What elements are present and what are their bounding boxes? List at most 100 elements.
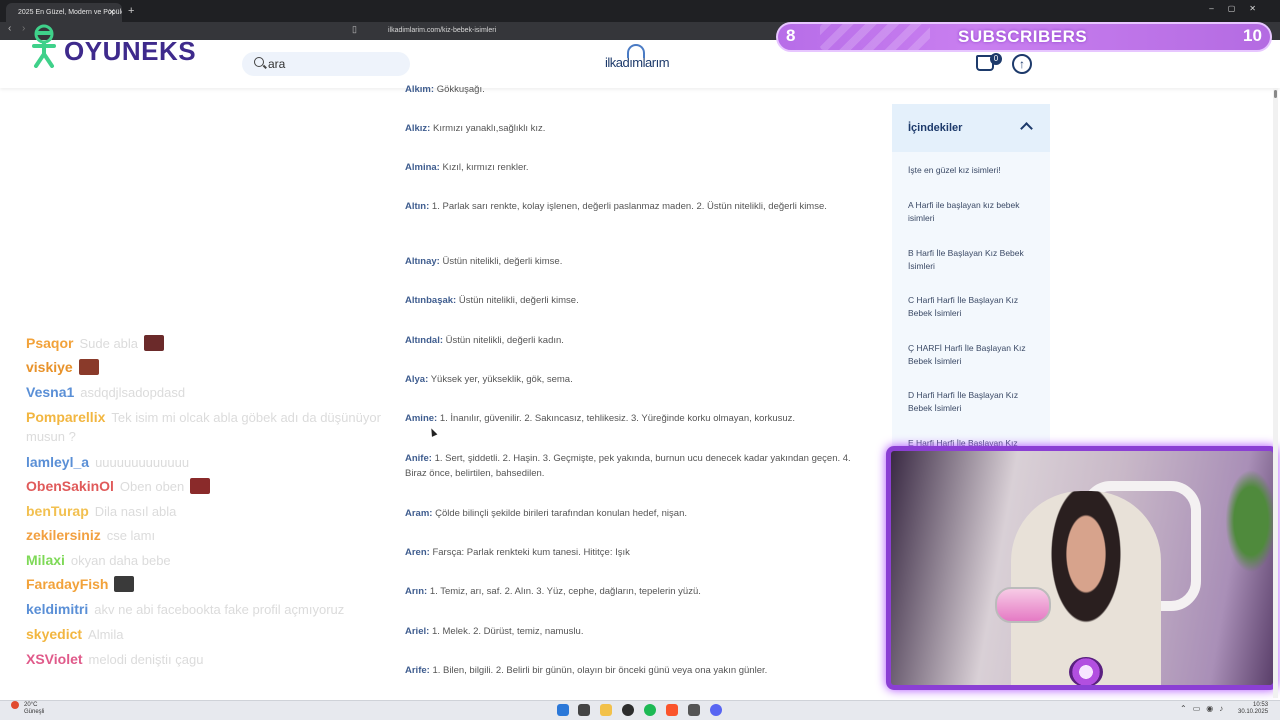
- subscriber-label: SUBSCRIBERS: [958, 27, 1088, 46]
- name-entry: Altın: 1. Parlak sarı renkte, kolay işle…: [405, 199, 863, 214]
- chat-text: akv ne abi facebookta fake profil açmıyo…: [94, 602, 345, 617]
- chat-username[interactable]: lamleyl_a: [26, 454, 89, 470]
- clock-time: 10:53: [1253, 702, 1269, 708]
- entry-meaning: 1. İnanılır, güvenilir. 2. Sakıncasız, t…: [439, 413, 796, 424]
- entry-meaning: Üstün nitelikli, değerli kadın.: [445, 335, 564, 346]
- toc-link[interactable]: Ç HARFİ Harfi İle Başlayan Kız Bebek İsi…: [908, 342, 1038, 367]
- chat-message: FaradayFish: [26, 575, 135, 593]
- toc-link[interactable]: İşte en güzel kız isimleri!: [908, 164, 1038, 177]
- entry-meaning: Kırmızı yanaklı,sağlıklı kız.: [432, 123, 546, 134]
- entry-meaning: Gökkuşağı.: [436, 84, 485, 95]
- chat-message: viskiye: [26, 358, 99, 376]
- chat-username[interactable]: Psaqor: [26, 335, 73, 351]
- start-icon[interactable]: [557, 704, 569, 716]
- clock[interactable]: 10:53 30.10.2025: [1238, 702, 1268, 716]
- search-input[interactable]: ara: [242, 52, 410, 76]
- url-field[interactable]: ilkadimlarim.com/kiz-bebek-isimleri: [368, 24, 788, 38]
- chat-text: cse lamı: [106, 528, 156, 543]
- window-controls[interactable]: –▢✕: [1209, 4, 1270, 13]
- system-tray[interactable]: ⌃▭◉♪: [1180, 704, 1229, 713]
- toc-link[interactable]: B Harfi İle Başlayan Kız Bebek İsimleri: [908, 247, 1038, 272]
- entry-name: Aram:: [405, 508, 433, 519]
- name-entry: Arife: 1. Bilen, bilgili. 2. Belirli bir…: [405, 663, 863, 678]
- entry-name: Arife:: [405, 665, 430, 676]
- spotify-icon[interactable]: [644, 704, 656, 716]
- chat-username[interactable]: XSViolet: [26, 651, 83, 667]
- entry-name: Arın:: [405, 586, 428, 597]
- entry-name: Altındal:: [405, 335, 443, 346]
- chat-username[interactable]: Milaxi: [26, 552, 65, 568]
- subscriber-target: 10: [1243, 26, 1262, 45]
- toc-link[interactable]: D Harfi Harfi İle Başlayan Kız Bebek İsi…: [908, 389, 1038, 414]
- weather-widget[interactable]: 20°C Güneşli: [12, 702, 44, 716]
- forward-icon[interactable]: ›: [22, 23, 25, 34]
- chat-text: Almila: [88, 627, 124, 642]
- chat-text: Dila nasıl abla: [94, 504, 177, 519]
- name-entry: Aram: Çölde bilinçli şekilde birileri ta…: [405, 506, 863, 521]
- chat-text: melodi deniştiı çagu: [88, 652, 204, 667]
- name-entry: Altınay: Üstün nitelikli, değerli kimse.: [405, 254, 863, 269]
- chat-username[interactable]: viskiye: [26, 359, 73, 375]
- chat-username[interactable]: zekilersiniz: [26, 527, 101, 543]
- plant-decor: [1221, 461, 1273, 581]
- browser-tab[interactable]: 2025 En Güzel, Modern ve Popüler Kız Beb…: [6, 3, 122, 22]
- brand-name: OYUNEKS: [64, 36, 197, 66]
- chat-username[interactable]: FaradayFish: [26, 576, 108, 592]
- weather-temp: 20°C: [24, 702, 38, 708]
- name-entry: Ariel: 1. Melek. 2. Dürüst, temiz, namus…: [405, 624, 863, 639]
- scrollbar[interactable]: [1273, 88, 1278, 698]
- scroll-top-button[interactable]: ↑: [1012, 54, 1032, 74]
- name-entry: Arın: 1. Temiz, arı, saf. 2. Alın. 3. Yü…: [405, 584, 863, 599]
- file-explorer-icon[interactable]: [600, 704, 612, 716]
- toc-link[interactable]: A Harfi ile başlayan kız bebek isimleri: [908, 199, 1038, 224]
- chat-text: okyan daha bebe: [70, 553, 171, 568]
- chat-emote-icon: [114, 576, 135, 592]
- mascot-icon: [32, 24, 56, 68]
- chat-message: XSViolet melodi deniştiı çagu: [26, 650, 203, 669]
- back-icon[interactable]: ‹: [8, 23, 11, 34]
- scrollbar-thumb[interactable]: [1274, 90, 1277, 98]
- toc-link[interactable]: C Harfi Harfi İle Başlayan Kız Bebek İsi…: [908, 294, 1038, 319]
- microphone-icon: [995, 587, 1051, 623]
- entry-name: Altınbaşak:: [405, 295, 457, 306]
- discord-icon[interactable]: [710, 704, 722, 716]
- entry-meaning: Yüksek yer, yükseklik, gök, sema.: [430, 374, 573, 385]
- chat-message: benTurap Dila nasıl abla: [26, 502, 176, 521]
- task-view-icon[interactable]: [578, 704, 590, 716]
- frame-badge-icon: [1069, 657, 1103, 685]
- entry-name: Altın:: [405, 201, 430, 212]
- oyuneks-logo: OYUNEKS: [28, 22, 198, 72]
- entry-name: Alya:: [405, 374, 429, 385]
- entry-name: Ariel:: [405, 626, 430, 637]
- chat-username[interactable]: Vesna1: [26, 384, 74, 400]
- entry-meaning: Üstün nitelikli, değerli kimse.: [458, 295, 579, 306]
- chat-username[interactable]: keldimitri: [26, 601, 88, 617]
- entry-name: Anife:: [405, 453, 432, 464]
- search-icon[interactable]: [254, 57, 264, 67]
- mouse-cursor-icon: [428, 427, 438, 437]
- app-icon[interactable]: [688, 704, 700, 716]
- goal-progress-stripes: [820, 24, 930, 50]
- entry-name: Alkız:: [405, 123, 431, 134]
- new-tab-button[interactable]: +: [128, 3, 134, 19]
- chat-username[interactable]: ObenSakinOl: [26, 478, 114, 494]
- chat-username[interactable]: skyedict: [26, 626, 82, 642]
- name-entry: Aren: Farsça: Parlak renkteki kum tanesi…: [405, 545, 863, 560]
- obs-icon[interactable]: [622, 704, 634, 716]
- chat-username[interactable]: benTurap: [26, 503, 89, 519]
- chat-username[interactable]: Pomparellix: [26, 409, 105, 425]
- close-tab-icon[interactable]: ✕: [108, 3, 116, 22]
- taskbar: [0, 700, 1280, 720]
- entry-meaning: Farsça: Parlak renkteki kum tanesi. Hiti…: [432, 547, 630, 558]
- site-logo[interactable]: ilkadımlarım: [598, 44, 676, 80]
- chat-text: uuuuuuuuuuuuu: [95, 455, 190, 470]
- name-entry: Alya: Yüksek yer, yükseklik, gök, sema.: [405, 372, 863, 387]
- brave-icon[interactable]: [666, 704, 678, 716]
- name-entry: Alkız: Kırmızı yanaklı,sağlıklı kız.: [405, 121, 863, 136]
- table-of-contents: İçindekiler İşte en güzel kız isimleri! A…: [892, 104, 1050, 448]
- webcam-overlay: [886, 446, 1278, 690]
- chat-emote-icon: [190, 478, 211, 494]
- logo-arc-icon: [627, 44, 645, 58]
- entry-meaning: 1. Temiz, arı, saf. 2. Alın. 3. Yüz, cep…: [429, 586, 701, 597]
- bookmark-icon[interactable]: ▯: [352, 24, 357, 35]
